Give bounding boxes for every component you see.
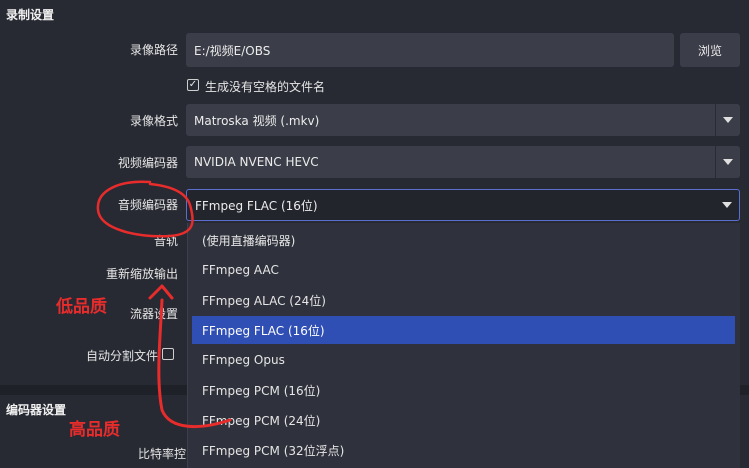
- auto-split-label: 自动分割文件: [85, 349, 158, 363]
- video-encoder-select[interactable]: NVIDIA NVENC HEVC: [186, 146, 740, 178]
- dropdown-option[interactable]: FFmpeg AAC: [192, 256, 735, 284]
- section-title-encoder: 编码器设置: [6, 403, 67, 417]
- recording-path-value: E:/视频E/OBS: [194, 43, 271, 58]
- chevron-down-icon: [715, 104, 740, 136]
- recording-path-input[interactable]: E:/视频E/OBS: [186, 33, 674, 67]
- recording-path-label: 录像路径: [129, 43, 178, 57]
- bitrate-control-label: 比特率控: [137, 447, 186, 461]
- auto-split-checkbox[interactable]: [162, 348, 174, 360]
- chevron-down-icon: [715, 146, 740, 178]
- dropdown-option[interactable]: FFmpeg ALAC (24位): [192, 286, 735, 314]
- audio-encoder-dropdown-list: (使用直播编码器) FFmpeg AAC FFmpeg ALAC (24位) F…: [187, 223, 740, 468]
- dropdown-option[interactable]: FFmpeg PCM (32位浮点): [192, 436, 735, 464]
- rescale-output-label: 重新缩放输出: [105, 267, 178, 281]
- low-quality-annotation: 低品质: [56, 297, 107, 317]
- format-select[interactable]: Matroska 视频 (.mkv): [186, 104, 740, 136]
- audio-encoder-label: 音频编码器: [117, 198, 178, 212]
- dropdown-option-selected[interactable]: FFmpeg FLAC (16位): [192, 316, 735, 344]
- chevron-down-icon: [715, 190, 739, 220]
- audio-encoder-select[interactable]: FFmpeg FLAC (16位): [186, 189, 740, 221]
- high-quality-annotation: 高品质: [69, 420, 120, 440]
- no-space-filename-checkbox[interactable]: ✓: [187, 79, 199, 91]
- format-value: Matroska 视频 (.mkv): [194, 113, 320, 128]
- dropdown-option[interactable]: FFmpeg PCM (24位): [192, 406, 735, 434]
- dropdown-option[interactable]: FFmpeg Opus: [192, 346, 735, 374]
- no-space-filename-label: 生成没有空格的文件名: [205, 80, 326, 94]
- video-encoder-value: NVIDIA NVENC HEVC: [194, 155, 319, 169]
- dropdown-option[interactable]: (使用直播编码器): [192, 226, 735, 254]
- browse-button[interactable]: 浏览: [680, 33, 740, 67]
- section-title-recording: 录制设置: [6, 8, 55, 22]
- format-label: 录像格式: [129, 114, 178, 128]
- audio-track-label: 音轨: [153, 234, 178, 248]
- dropdown-option[interactable]: FFmpeg PCM (16位): [192, 376, 735, 404]
- audio-encoder-value: FFmpeg FLAC (16位): [195, 198, 318, 213]
- video-encoder-label: 视频编码器: [117, 156, 178, 170]
